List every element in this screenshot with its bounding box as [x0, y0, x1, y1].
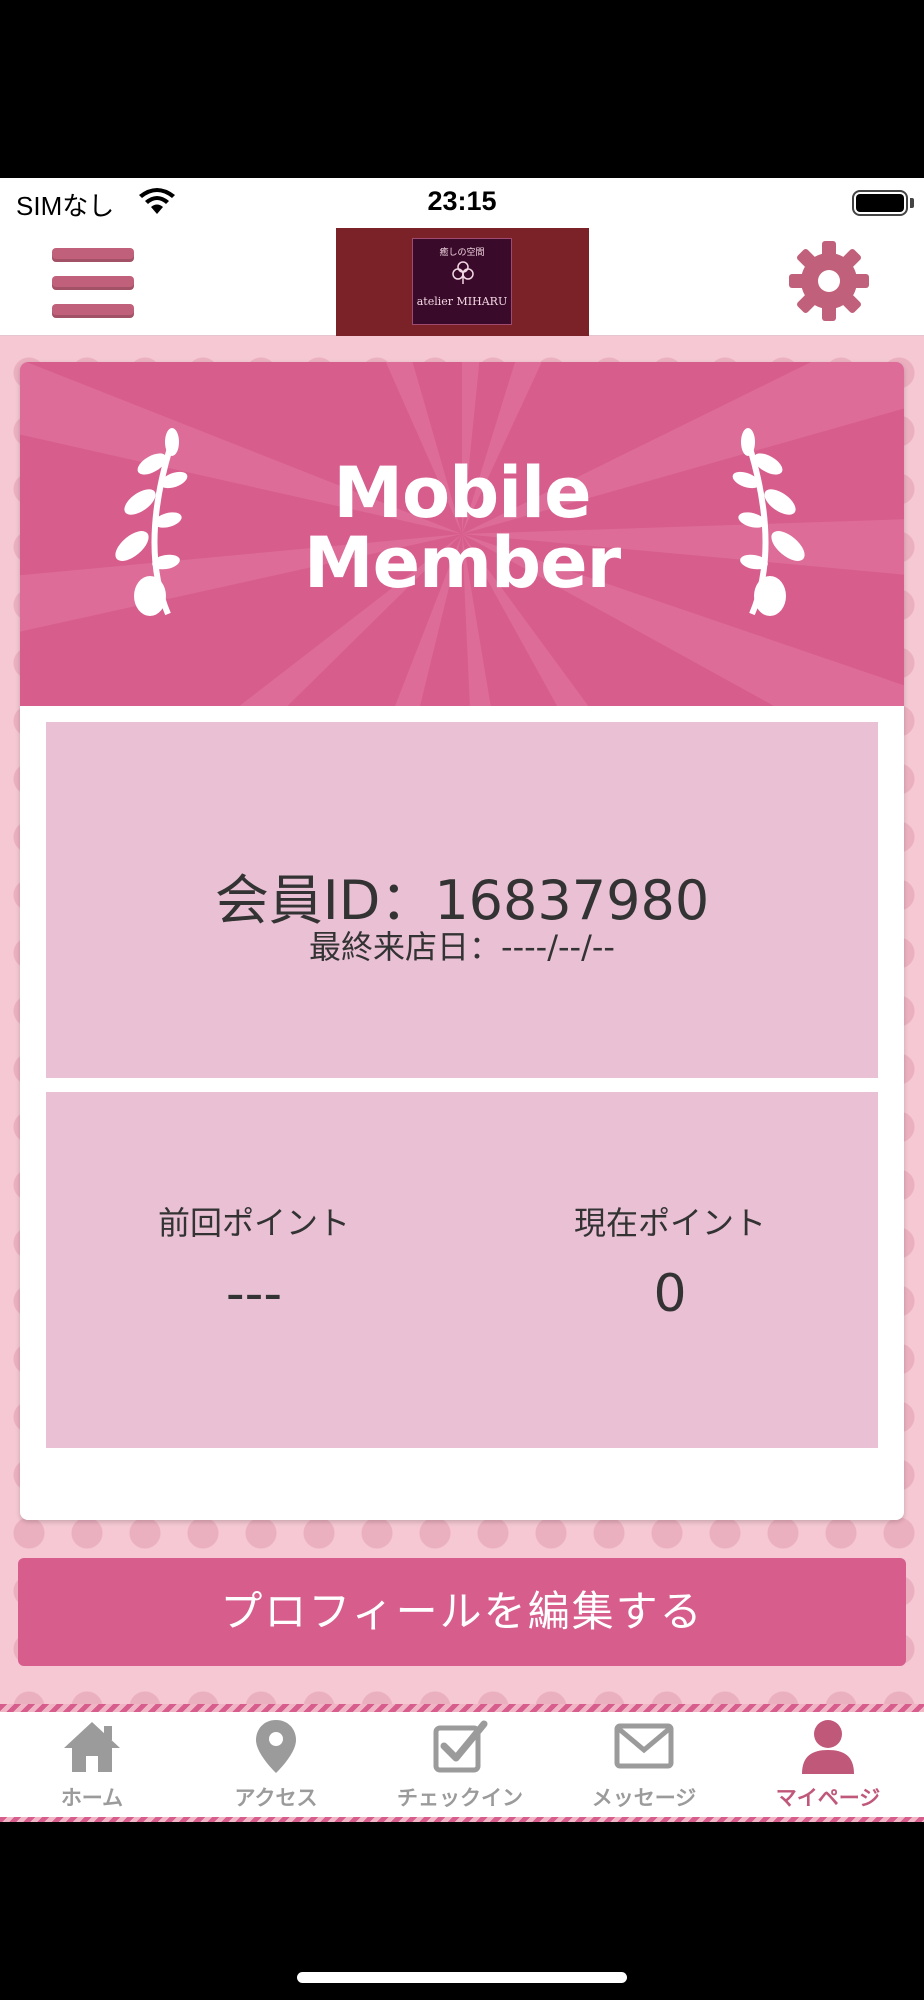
- edit-profile-button[interactable]: プロフィールを編集する: [18, 1558, 906, 1666]
- previous-points-value: ---: [225, 1264, 283, 1324]
- previous-points: 前回ポイント ---: [46, 1198, 462, 1324]
- current-points-value: 0: [653, 1264, 687, 1324]
- logo-name: atelier MIHARU: [416, 295, 508, 308]
- card-header-banner: Mobile Member: [20, 362, 904, 706]
- checkin-icon: [433, 1720, 488, 1773]
- gear-icon[interactable]: [786, 238, 872, 324]
- tab-home-label: ホーム: [60, 1786, 124, 1810]
- points-panel: 前回ポイント --- 現在ポイント 0: [46, 1092, 878, 1448]
- logo-emblem-box: 癒しの空間 atelier MIHARU: [412, 238, 512, 325]
- tab-access[interactable]: アクセス: [184, 1718, 368, 1814]
- bottom-tab-bar: ホーム アクセス チェックイン メッセージ マイページ: [0, 1704, 924, 1822]
- status-time: 23:15: [427, 186, 497, 216]
- app-header: 癒しの空間 atelier MIHARU: [0, 226, 924, 336]
- current-points: 現在ポイント 0: [462, 1198, 878, 1324]
- tab-mypage[interactable]: マイページ: [736, 1718, 920, 1814]
- status-bar: SIMなし 23:15: [0, 178, 924, 226]
- member-card: Mobile Member 会員ID：16837980 最終来店日：----/-…: [20, 362, 904, 1520]
- tab-message[interactable]: メッセージ: [552, 1718, 736, 1814]
- previous-points-label: 前回ポイント: [157, 1204, 350, 1242]
- logo-tagline: 癒しの空間: [439, 248, 485, 258]
- member-id-panel: 会員ID：16837980 最終来店日：----/--/--: [46, 722, 878, 1078]
- tab-mypage-label: マイページ: [775, 1786, 881, 1810]
- battery-icon: [852, 190, 914, 216]
- flower-emblem-icon: [452, 261, 474, 284]
- tab-checkin-label: チェックイン: [397, 1786, 523, 1810]
- envelope-icon: [614, 1723, 674, 1769]
- map-pin-icon: [256, 1720, 296, 1773]
- last-visit-date: 最終来店日：----/--/--: [309, 928, 615, 966]
- hamburger-menu-icon[interactable]: [52, 248, 134, 318]
- tab-home[interactable]: ホーム: [0, 1718, 184, 1814]
- tab-bar-stripe: [0, 1704, 924, 1712]
- user-icon: [802, 1720, 854, 1774]
- home-indicator[interactable]: [297, 1972, 627, 1983]
- top-bezel: [0, 0, 924, 178]
- current-points-label: 現在ポイント: [573, 1204, 766, 1242]
- tab-message-label: メッセージ: [591, 1786, 697, 1810]
- store-logo: 癒しの空間 atelier MIHARU: [336, 228, 589, 336]
- laurel-right-icon: [732, 428, 805, 616]
- home-icon: [64, 1722, 120, 1772]
- tab-checkin[interactable]: チェックイン: [368, 1718, 552, 1814]
- tab-access-label: アクセス: [234, 1786, 318, 1810]
